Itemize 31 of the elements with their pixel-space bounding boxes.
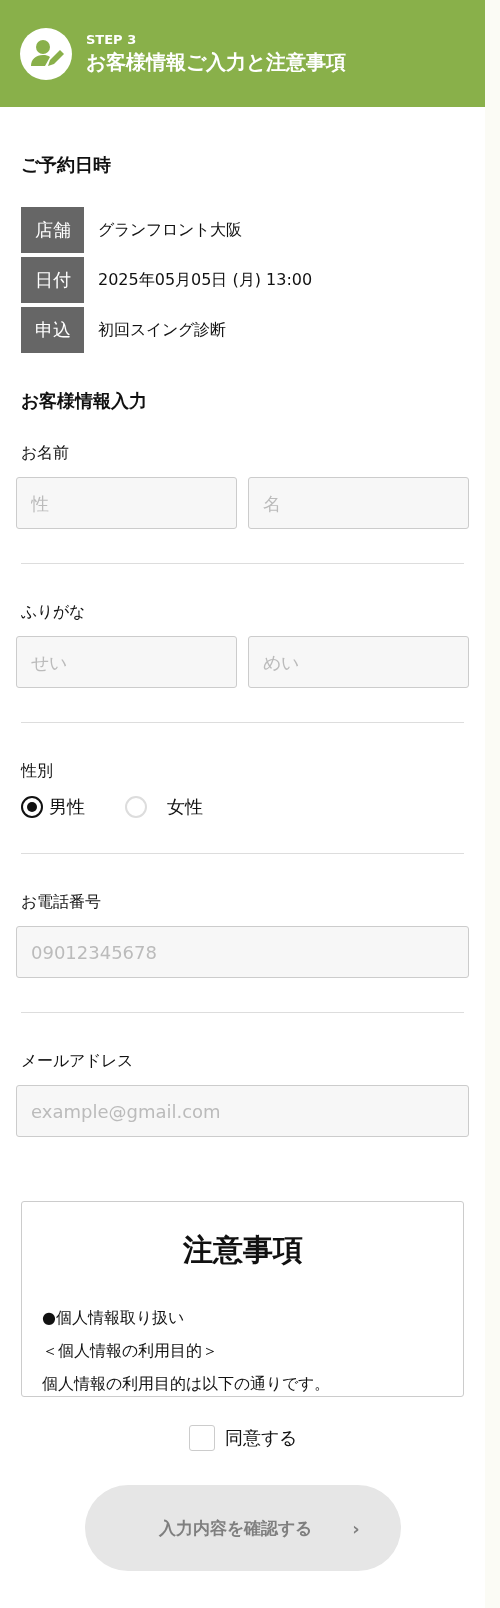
page-title: お客様情報ご入力と注意事項 [86, 48, 346, 76]
notice-text: 個人情報の利用目的は以下の通りです。 [42, 1373, 331, 1395]
row-label: 日付 [21, 257, 84, 303]
field-label: メールアドレス [21, 1051, 134, 1072]
input-field[interactable]: 性 [16, 477, 237, 529]
input-field[interactable]: めい [248, 636, 469, 688]
input-field[interactable]: 名 [248, 477, 469, 529]
agree-label[interactable]: 同意する [224, 1426, 297, 1450]
field-label: 性別 [21, 761, 54, 782]
row-value: グランフロント大阪 [98, 219, 242, 241]
step-label: STEP 3 [86, 31, 138, 47]
radio-label[interactable]: 男性 [49, 795, 85, 819]
field-label: お電話番号 [21, 892, 102, 913]
input-field[interactable]: example@gmail.com [16, 1085, 469, 1137]
notice-title: 注意事項 [181, 1231, 304, 1269]
row-label: 店舗 [21, 207, 84, 253]
section-heading: ご予約日時 [21, 153, 112, 177]
agree-checkbox[interactable] [188, 1425, 215, 1451]
input-field[interactable]: せい [16, 636, 237, 688]
row-value: 初回スイング診断 [98, 319, 226, 341]
radio-button[interactable] [21, 796, 43, 818]
radio-label[interactable]: 女性 [167, 795, 203, 819]
section-heading: お客様情報入力 [21, 389, 148, 413]
field-label: ふりがな [21, 602, 86, 623]
notice-text: ●個人情報取り扱い [42, 1307, 185, 1329]
user-edit-icon [20, 27, 72, 80]
notice-text: ＜個人情報の利用目的＞ [42, 1340, 219, 1362]
row-value: 2025年05月05日 (月) 13:00 [98, 269, 313, 291]
input-field[interactable]: 09012345678 [16, 926, 469, 978]
row-label: 申込 [21, 307, 84, 353]
field-label: お名前 [21, 443, 70, 464]
